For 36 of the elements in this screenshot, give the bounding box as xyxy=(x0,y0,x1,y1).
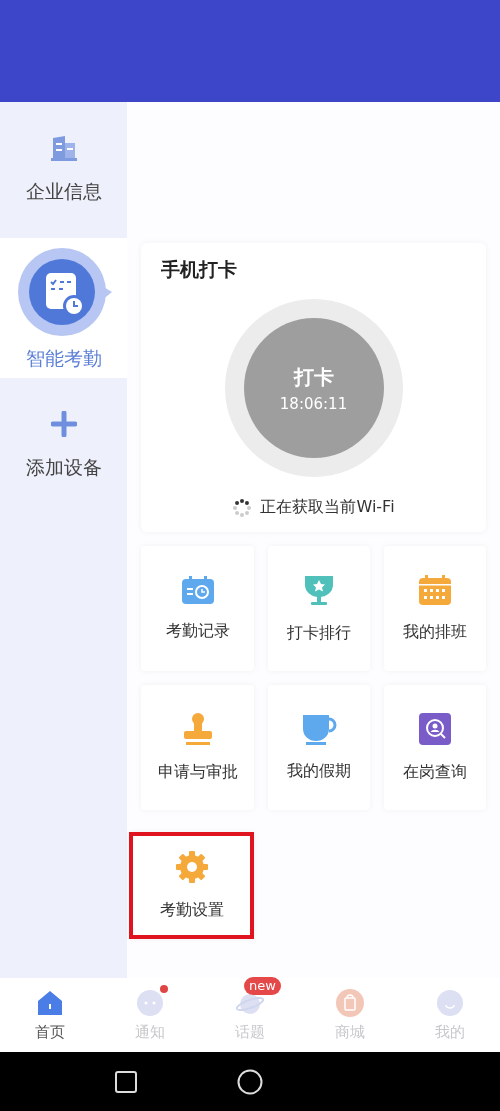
tile-label: 在岗查询 xyxy=(403,762,467,783)
chat-bubble-icon xyxy=(136,988,164,1017)
trophy-icon xyxy=(302,573,336,607)
feature-tile[interactable]: 申请与审批 xyxy=(141,685,254,810)
tile-label: 打卡排行 xyxy=(287,623,351,644)
loading-spinner-icon xyxy=(232,497,253,518)
feature-tile[interactable]: 我的假期 xyxy=(268,685,370,810)
feature-tile[interactable]: 打卡排行 xyxy=(268,546,370,671)
recents-icon[interactable] xyxy=(115,1070,137,1093)
tile-label: 考勤设置 xyxy=(159,900,224,921)
cup-icon xyxy=(301,713,337,745)
sidebar-item-label: 添加设备 xyxy=(25,455,102,480)
building-icon xyxy=(49,135,78,161)
card-title: 手机打卡 xyxy=(161,257,237,282)
shopping-bag-icon xyxy=(336,988,364,1017)
home-icon xyxy=(36,988,64,1017)
sidebar-item-label: 智能考勤 xyxy=(25,346,102,371)
feature-tile[interactable]: 我的排班 xyxy=(384,546,486,671)
calendar-clock-icon xyxy=(180,575,215,605)
sidebar-item-label: 企业信息 xyxy=(25,179,102,204)
person-search-icon xyxy=(418,712,452,746)
feature-tile[interactable]: 在岗查询 xyxy=(384,685,486,810)
wifi-status-text: 正在获取当前Wi-Fi xyxy=(260,497,395,518)
smiley-icon xyxy=(436,988,464,1017)
feature-tile[interactable]: 考勤记录 xyxy=(141,546,254,671)
plus-icon xyxy=(50,411,77,437)
tile-label: 考勤记录 xyxy=(165,621,230,642)
tab[interactable]: 首页 xyxy=(0,978,100,1052)
tile-label: 我的假期 xyxy=(287,761,351,782)
tile-label: 我的排班 xyxy=(403,622,467,643)
highlighted-tile[interactable]: 考勤设置 xyxy=(129,832,254,939)
settings-icon xyxy=(174,850,209,884)
tile-label: 申请与审批 xyxy=(157,762,238,783)
calendar-icon xyxy=(418,574,452,606)
home-button-icon[interactable] xyxy=(237,1068,263,1095)
sidebar-item[interactable]: 智能考勤 xyxy=(0,238,127,378)
